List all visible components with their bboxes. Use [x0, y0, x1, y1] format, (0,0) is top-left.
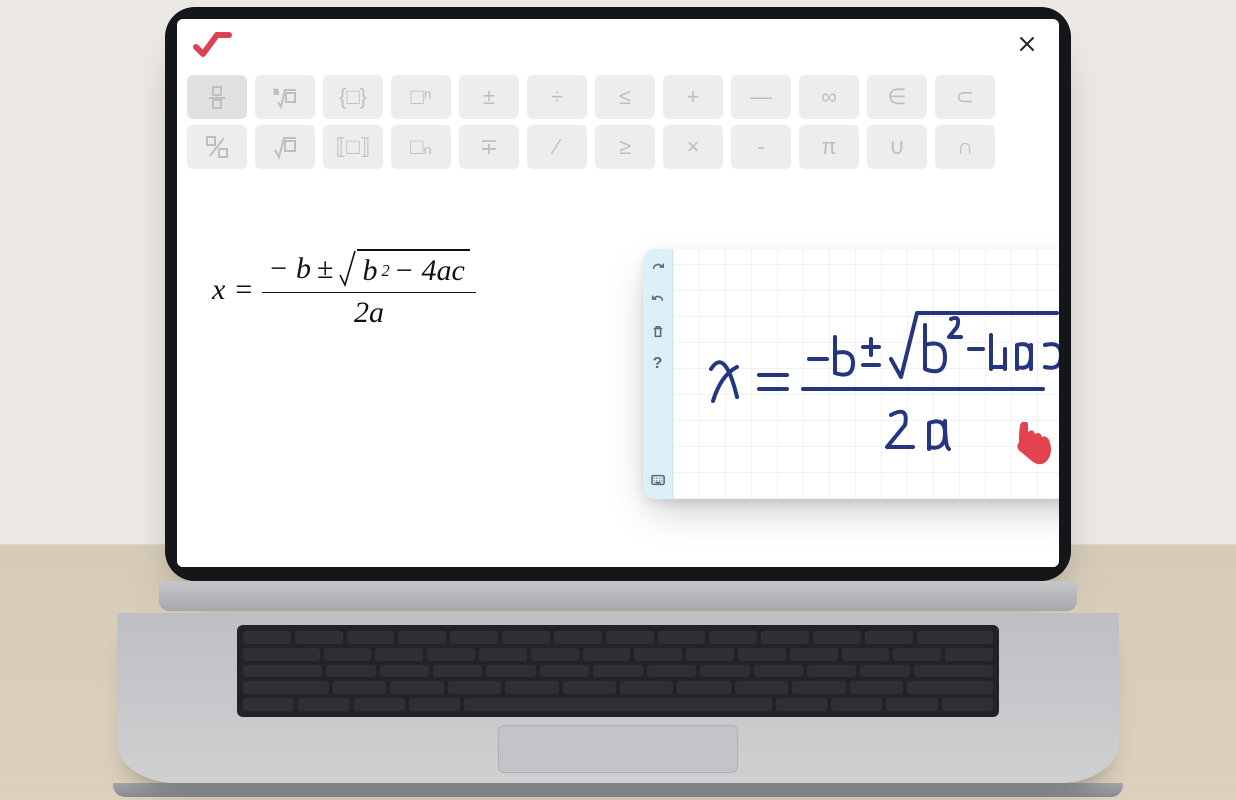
- tool-union[interactable]: ∪: [867, 125, 927, 169]
- tool-minus[interactable]: —: [731, 75, 791, 119]
- tool-exponent[interactable]: □ⁿ: [391, 75, 451, 119]
- app-logo-icon: [193, 29, 233, 59]
- tool-double-bracket[interactable]: ⟦□⟧: [323, 125, 383, 169]
- laptop-base: [99, 581, 1137, 793]
- handwriting-toolbar: ?: [643, 249, 673, 499]
- tool-plus[interactable]: +: [663, 75, 723, 119]
- svg-text:n: n: [274, 87, 278, 96]
- help-button[interactable]: ?: [647, 355, 669, 373]
- equals-sign: =: [235, 273, 252, 307]
- tool-slash[interactable]: ∕: [527, 125, 587, 169]
- numerator: − b ± b2 − 4ac: [262, 249, 476, 293]
- minus-4ac: − 4ac: [394, 254, 465, 288]
- tool-minus-plus[interactable]: ∓: [459, 125, 519, 169]
- tool-divide[interactable]: ÷: [527, 75, 587, 119]
- tool-element-of[interactable]: ∈: [867, 75, 927, 119]
- tool-less-equal[interactable]: ≤: [595, 75, 655, 119]
- tool-nth-root[interactable]: n: [255, 75, 315, 119]
- rendered-equation: x = − b ± b2 − 4a: [212, 249, 476, 330]
- delete-button[interactable]: [647, 323, 669, 341]
- trackpad-graphic: [498, 725, 738, 773]
- fraction: − b ± b2 − 4ac: [262, 249, 476, 330]
- b: b: [362, 254, 377, 288]
- tool-brackets[interactable]: {□}: [323, 75, 383, 119]
- keyboard-button[interactable]: [647, 471, 669, 489]
- handwriting-panel: ?: [643, 249, 1059, 499]
- screen-bezel: n{□}□ⁿ±÷≤+—∞∈⊂ ⟦□⟧□ₙ∓∕≥×-π∪∩ x = − b ±: [165, 7, 1071, 581]
- pointer-hand-icon: [1009, 422, 1053, 471]
- denominator: 2a: [354, 293, 384, 330]
- equation-lhs: x: [212, 273, 225, 307]
- tool-infinity[interactable]: ∞: [799, 75, 859, 119]
- tool-greater-equal[interactable]: ≥: [595, 125, 655, 169]
- close-button[interactable]: [1011, 28, 1043, 60]
- tool-intersection[interactable]: ∩: [935, 125, 995, 169]
- tool-subset[interactable]: ⊂: [935, 75, 995, 119]
- radicand: b2 − 4ac: [357, 249, 469, 289]
- tool-sqrt[interactable]: [255, 125, 315, 169]
- tool-plus-minus[interactable]: ±: [459, 75, 519, 119]
- tool-dash[interactable]: -: [731, 125, 791, 169]
- tool-times[interactable]: ×: [663, 125, 723, 169]
- tool-subscript[interactable]: □ₙ: [391, 125, 451, 169]
- app-header: [177, 19, 1059, 69]
- math-toolbar: n {□}□ⁿ±÷≤+—∞∈⊂ ⟦□⟧□ₙ∓∕≥×-π∪∩: [177, 75, 1059, 180]
- keyboard-graphic: [237, 625, 999, 717]
- square-root: b2 − 4ac: [339, 249, 469, 289]
- handwriting-pad[interactable]: [673, 249, 1059, 499]
- tool-percent-fraction[interactable]: [187, 125, 247, 169]
- undo-button[interactable]: [647, 291, 669, 309]
- tool-fraction[interactable]: [187, 75, 247, 119]
- exp-2: 2: [381, 261, 389, 281]
- minus-b: − b: [268, 252, 311, 286]
- laptop-frame: n{□}□ⁿ±÷≤+—∞∈⊂ ⟦□⟧□ₙ∓∕≥×-π∪∩ x = − b ±: [165, 7, 1071, 581]
- redo-button[interactable]: [647, 259, 669, 277]
- app-window: n{□}□ⁿ±÷≤+—∞∈⊂ ⟦□⟧□ₙ∓∕≥×-π∪∩ x = − b ±: [177, 19, 1059, 567]
- plus-minus: ±: [317, 252, 333, 286]
- tool-pi[interactable]: π: [799, 125, 859, 169]
